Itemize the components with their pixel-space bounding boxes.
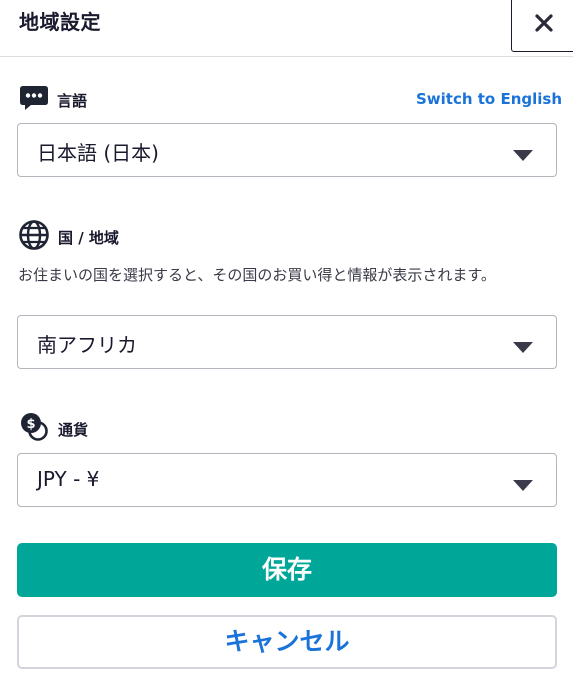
language-section-label: 言語 <box>19 85 87 115</box>
country-help-text: お住まいの国を選択すると、その国のお買い得と情報が表示されます。 <box>18 266 496 284</box>
currency-label: 通貨 <box>58 420 89 439</box>
close-icon <box>535 14 553 32</box>
currency-section-label: $ 通貨 <box>18 412 88 446</box>
coins-icon: $ <box>18 412 50 446</box>
chevron-down-icon <box>513 338 533 357</box>
chat-bubble-icon <box>19 85 49 115</box>
language-select-value: 日本語 (日本) <box>37 141 159 165</box>
close-button[interactable] <box>511 0 573 52</box>
currency-select-value: JPY - ¥ <box>37 467 100 491</box>
country-label: 国 / 地域 <box>58 228 119 247</box>
modal-header: 地域設定 <box>0 0 573 57</box>
chevron-down-icon <box>513 146 533 165</box>
cancel-button[interactable]: キャンセル <box>17 615 557 669</box>
currency-select[interactable]: JPY - ¥ <box>17 453 557 507</box>
modal-title: 地域設定 <box>19 10 101 34</box>
globe-icon <box>18 219 50 255</box>
country-select[interactable]: 南アフリカ <box>17 315 557 369</box>
country-select-value: 南アフリカ <box>37 333 137 357</box>
country-section-label: 国 / 地域 <box>18 219 119 255</box>
switch-to-english-link[interactable]: Switch to English <box>416 90 562 108</box>
language-label: 言語 <box>57 91 88 110</box>
svg-text:$: $ <box>26 417 35 432</box>
language-select[interactable]: 日本語 (日本) <box>17 123 557 177</box>
chevron-down-icon <box>513 476 533 495</box>
save-button[interactable]: 保存 <box>17 543 557 597</box>
